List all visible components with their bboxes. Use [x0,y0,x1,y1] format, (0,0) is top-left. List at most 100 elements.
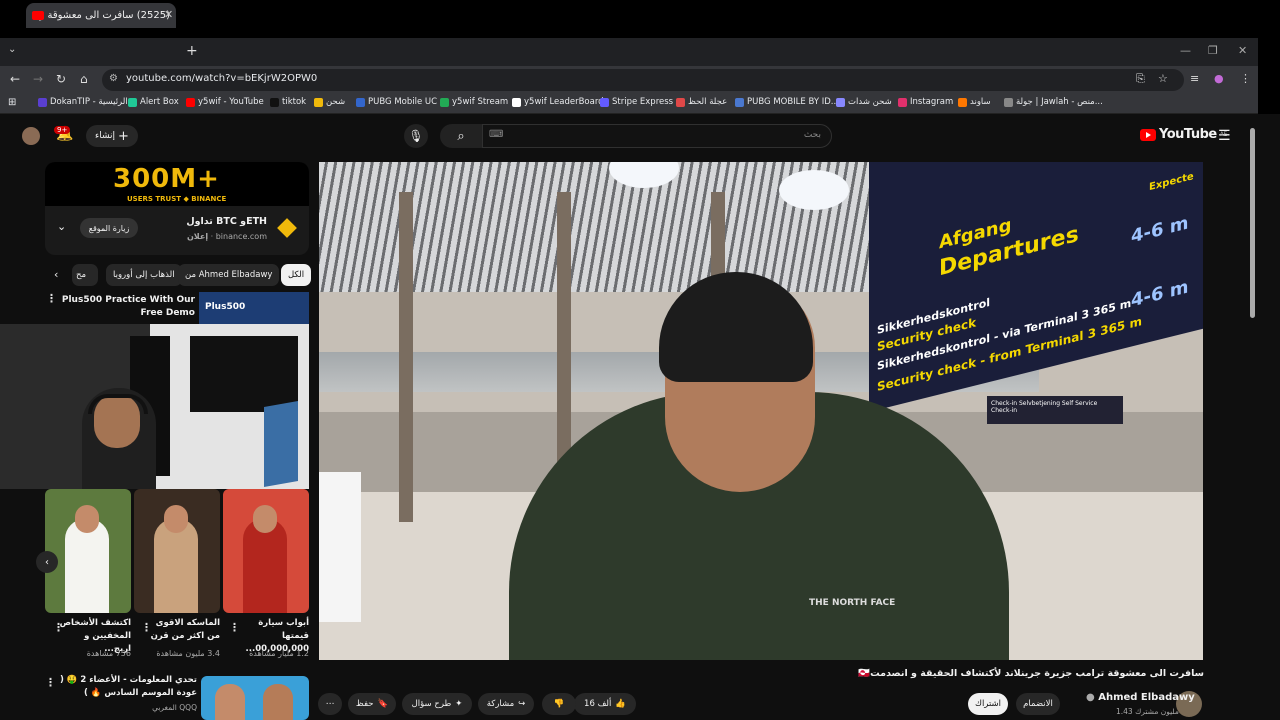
reload-icon[interactable]: ↻ [56,72,66,86]
bookmark-item[interactable]: PUBG MOBILE BY ID... [735,97,839,107]
voice-search-button[interactable]: 🎙 [404,124,428,148]
bookmark-favicon-icon [676,97,685,107]
bookmark-label: Stripe Express [612,97,674,107]
bookmark-item[interactable]: DokanTIP - الرئيسية [38,97,128,107]
bookmark-item[interactable]: Alert Box [128,97,179,107]
forward-icon[interactable]: → [33,72,43,86]
page-scrollbar-track[interactable] [1258,114,1280,720]
bookmark-item[interactable]: y5wif LeaderBoard [512,97,604,107]
checkin-sign: Check-in Selvbetjening Self Service Chec… [987,396,1123,424]
next-video-thumbnail[interactable] [201,676,309,720]
channel-name-text: Ahmed Elbadawy [1098,692,1195,703]
short-thumbnail[interactable] [223,489,309,613]
chips-scroll-left-icon[interactable]: ‹ [54,268,58,281]
bookmarks-bar: ⊞ DokanTIP - الرئيسية Alert Box y5wif - Yo… [0,94,1258,114]
apps-grid-icon[interactable]: ⊞ [8,97,16,108]
bookmark-item[interactable]: y5wif Stream [440,97,508,107]
bookmark-label: PUBG Mobile UC [368,97,438,107]
bookmark-item[interactable]: Stripe Express [600,97,673,107]
ad-banner[interactable]: 300M+ USERS TRUST ◆ BINANCE [45,162,309,206]
save-button[interactable]: حفظ 🔖 [348,693,396,715]
tab-search-chevron-icon[interactable]: ⌄ [8,44,16,55]
channel-name[interactable]: ● Ahmed Elbadawy [1086,692,1195,703]
minimize-icon[interactable]: — [1180,44,1191,57]
page-scrollbar-thumb[interactable] [1250,128,1255,318]
search-input[interactable]: بحث ⌨ [482,124,832,148]
media-controls-icon[interactable]: ≡ [1190,72,1199,85]
webcam-monitor [264,401,298,487]
like-button[interactable]: 16 ألف 👍 [574,693,636,715]
short-person [65,519,109,613]
account-avatar[interactable] [22,127,40,145]
create-button[interactable]: إنشاء + [86,125,138,147]
chip-all[interactable]: الكل [281,264,312,286]
ad-domain-text: binance.com [215,232,267,241]
video-player[interactable]: Afgang Departures Sikkerhedskontrol Secu… [319,162,1203,660]
browser-tab-active[interactable]: (2525) سافرت الى معشوقة ر ✕ [26,3,176,28]
share-button[interactable]: مشاركة ↪ [478,693,534,715]
short-head [253,505,277,533]
bookmark-item[interactable]: tiktok [270,97,306,107]
more-actions-icon[interactable]: ⋮ [45,676,56,689]
bookmark-item[interactable]: Instagram [898,97,953,107]
recommended-video-item[interactable]: ⋮ تحدي المعلومات - الأعضاء 2 🤑 ( عودة ال… [45,672,309,720]
bookmark-favicon-icon [270,97,279,107]
chip-go-europe[interactable]: الذهاب إلى أوروبا [106,264,182,286]
bookmark-star-icon[interactable]: ☆ [1158,72,1168,85]
bookmark-favicon-icon [128,97,137,107]
bookmark-item[interactable]: ساوند [958,97,991,107]
close-window-icon[interactable]: ✕ [1238,44,1247,57]
ask-button[interactable]: طرح سؤال ✦ [402,693,472,715]
keyboard-icon[interactable]: ⌨ [489,129,503,140]
bookmark-label: y5wif - YouTube [198,97,264,107]
bookmark-favicon-icon [186,97,195,107]
bookmark-item[interactable]: جولة | Jawlah - منص... [1004,97,1103,107]
short-more-icon[interactable]: ⋮ [141,621,152,634]
more-actions-button[interactable]: ⋯ [318,693,342,715]
rec-video-thumbnail[interactable]: Plus500 [199,292,309,326]
short-more-icon[interactable]: ⋮ [229,621,240,634]
bookmark-label: y5wif LeaderBoard [524,97,604,107]
maximize-icon[interactable]: ❐ [1208,44,1218,57]
bookmark-item[interactable]: PUBG Mobile UC [356,97,437,107]
new-tab-button[interactable]: + [186,43,198,59]
thumbs-up-icon: 👍 [615,699,626,709]
notification-count-badge: 9+ [54,126,71,134]
shorts-prev-button[interactable]: ‹ [36,551,58,573]
bookmark-favicon-icon [735,97,744,107]
install-app-icon[interactable]: ⎘ [1136,72,1145,86]
bookmark-favicon-icon [836,97,845,107]
site-info-icon[interactable]: ⚙ [109,73,118,84]
screen-top-black [0,0,1280,38]
short-title[interactable]: الماسكه الاقوى من اكثر من قرن [148,617,220,643]
bookmark-item[interactable]: y5wif - YouTube [186,97,264,107]
browser-menu-icon[interactable]: ⋮ [1240,72,1251,85]
dislike-button[interactable]: 👎 [542,693,576,715]
tab-close-icon[interactable]: ✕ [164,8,173,21]
subscribe-button[interactable]: اشتراك [968,693,1008,715]
next-thumb-person [215,684,245,720]
youtube-logo[interactable]: YouTube AE [1140,127,1227,142]
sponsored-ad-card[interactable]: 300M+ USERS TRUST ◆ BINANCE تداول BTC وE… [45,162,309,255]
bookmark-item[interactable]: شحن [314,97,345,107]
home-icon[interactable]: ⌂ [80,72,88,86]
recommended-video-item[interactable]: ⋮ Plus500 Practice With Our Free Demo Pl… [46,292,309,326]
chip-more[interactable]: مح [72,264,98,286]
join-button[interactable]: الانضمام [1016,693,1060,715]
bookmark-item[interactable]: شحن شدات [836,97,892,107]
short-thumbnail[interactable] [134,489,220,613]
bookmark-label: عجلة الحظ [688,97,728,107]
bookmark-favicon-icon [440,97,449,107]
search-button[interactable]: ⌕ [440,124,482,148]
visit-site-button[interactable]: زيارة الموقع [80,218,138,238]
chip-from-channel[interactable]: من Ahmed Elbadawy [178,264,280,286]
profile-icon[interactable]: ● [1214,72,1224,85]
bookmark-item[interactable]: عجلة الحظ [676,97,727,107]
short-more-icon[interactable]: ⋮ [53,621,64,634]
back-icon[interactable]: ← [10,72,20,86]
short-thumbnail[interactable] [45,489,131,613]
related-filter-chips: ‹ مح الذهاب إلى أوروبا من Ahmed Elbadawy… [50,264,312,286]
chevron-down-icon[interactable]: ⌄ [57,220,66,233]
address-bar[interactable]: ⚙ youtube.com/watch?v=bEKjrW2OPW0 [102,69,1184,91]
jacket-logo-text: THE NORTH FACE [809,598,896,608]
